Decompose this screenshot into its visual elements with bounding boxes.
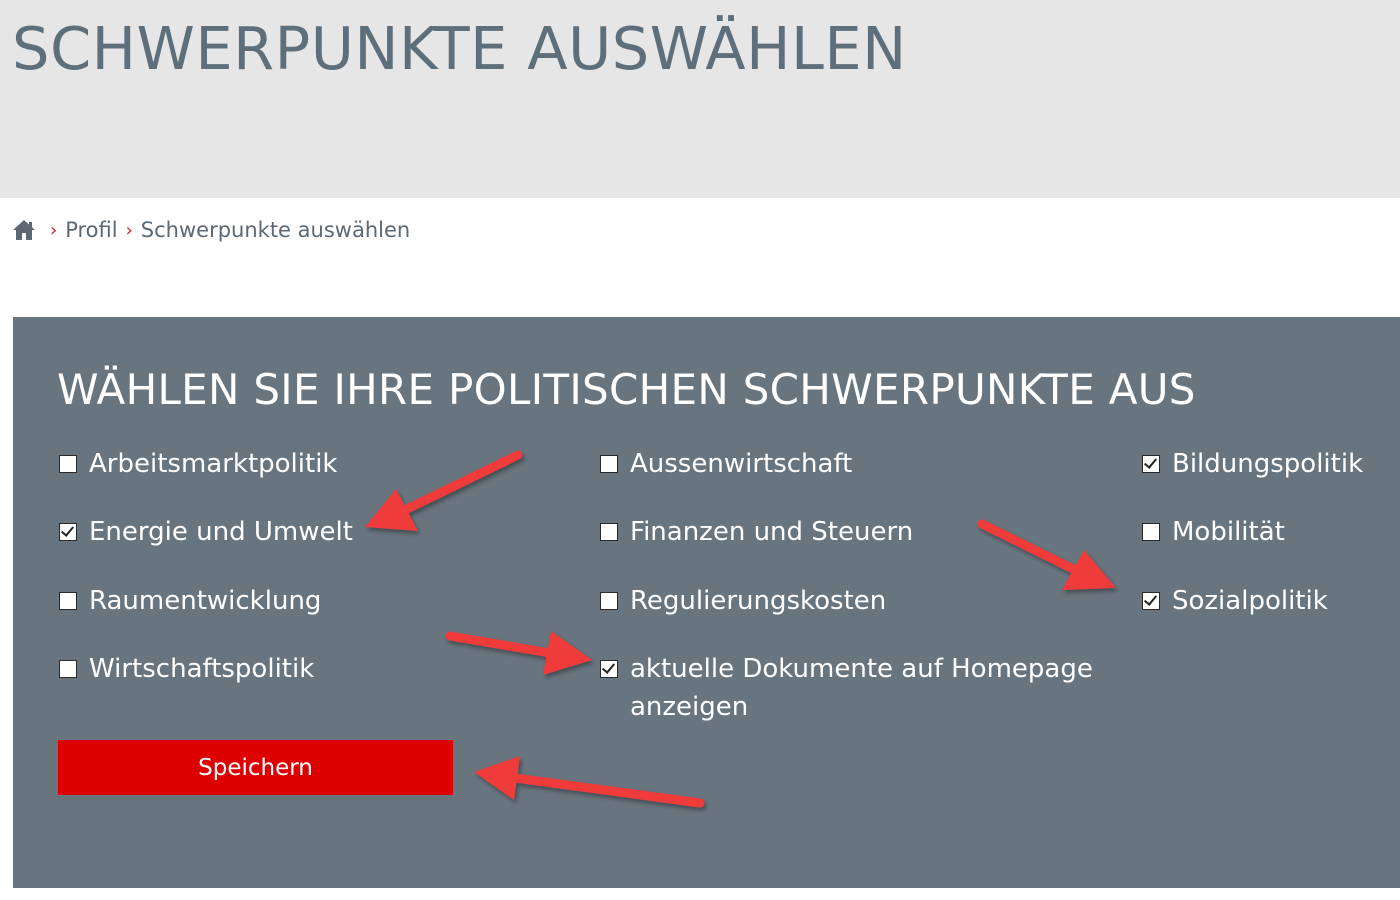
topics-panel: WÄHLEN SIE IHRE POLITISCHEN SCHWERPUNKTE… [13,317,1400,888]
breadcrumb: › Profil › Schwerpunkte auswählen [12,214,410,246]
page: SCHWERPUNKTE AUSWÄHLEN › Profil › Schwer… [0,0,1400,900]
checkbox[interactable] [600,592,618,610]
option-finanzen-und-steuern[interactable]: Finanzen und Steuern [600,513,913,551]
option-label: Sozialpolitik [1172,586,1328,616]
option-aktuelle-dokumente[interactable]: aktuelle Dokumente auf Homepage anzeigen [600,650,1100,726]
breadcrumb-item-profil[interactable]: Profil [65,218,117,242]
breadcrumb-separator: › [125,219,133,241]
option-label: Aussenwirtschaft [630,449,853,479]
checkbox[interactable] [59,455,77,473]
option-energie-und-umwelt[interactable]: Energie und Umwelt [59,513,353,551]
checkbox[interactable] [600,455,618,473]
breadcrumb-separator: › [50,219,58,241]
breadcrumb-item-current: Schwerpunkte auswählen [140,218,411,242]
option-label: aktuelle Dokumente auf Homepage anzeigen [630,654,1093,722]
checkbox[interactable] [1142,592,1160,610]
save-button[interactable]: Speichern [58,740,453,795]
option-label: Wirtschaftspolitik [89,654,315,684]
option-label: Bildungspolitik [1172,449,1364,479]
checkbox[interactable] [600,523,618,541]
checkbox[interactable] [59,592,77,610]
page-title: SCHWERPUNKTE AUSWÄHLEN [12,14,907,83]
option-label: Finanzen und Steuern [630,517,914,547]
option-aussenwirtschaft[interactable]: Aussenwirtschaft [600,445,852,483]
option-label: Arbeitsmarktpolitik [89,449,338,479]
checkbox[interactable] [600,660,618,678]
option-label: Mobilität [1172,517,1285,547]
option-mobilitaet[interactable]: Mobilität [1142,513,1285,551]
option-bildungspolitik[interactable]: Bildungspolitik [1142,445,1363,483]
checkbox[interactable] [1142,455,1160,473]
option-sozialpolitik[interactable]: Sozialpolitik [1142,582,1328,620]
option-label: Energie und Umwelt [89,517,353,547]
option-wirtschaftspolitik[interactable]: Wirtschaftspolitik [59,650,314,688]
checkbox[interactable] [59,523,77,541]
checkbox[interactable] [1142,523,1160,541]
option-arbeitsmarktpolitik[interactable]: Arbeitsmarktpolitik [59,445,337,483]
panel-title: WÄHLEN SIE IHRE POLITISCHEN SCHWERPUNKTE… [57,365,1196,414]
home-icon[interactable] [12,219,36,241]
option-label: Raumentwicklung [89,586,322,616]
checkbox[interactable] [59,660,77,678]
option-label: Regulierungskosten [630,586,887,616]
page-header: SCHWERPUNKTE AUSWÄHLEN [0,0,1400,198]
option-regulierungskosten[interactable]: Regulierungskosten [600,582,886,620]
option-raumentwicklung[interactable]: Raumentwicklung [59,582,321,620]
